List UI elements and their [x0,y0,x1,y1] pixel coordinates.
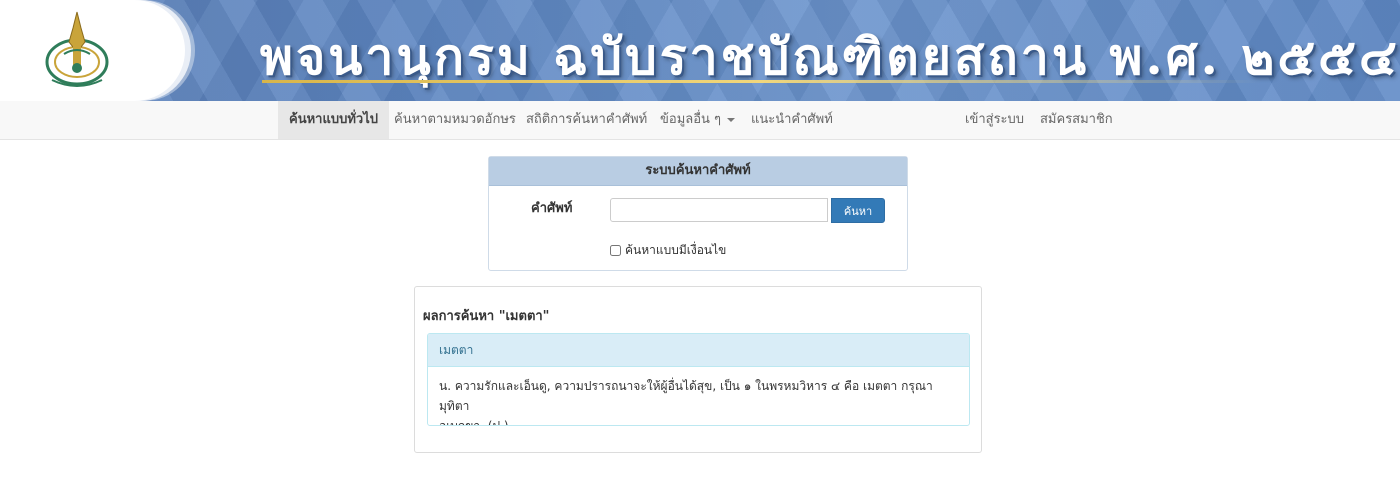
main-navbar: ค้นหาแบบทั่วไป ค้นหาตามหมวดอักษร สถิติกา… [0,101,1400,140]
banner-title-underline [262,80,1262,83]
banner-title: พจนานุกรม ฉบับราชบัณฑิตยสถาน พ.ศ. ๒๕๕๔ [260,27,1400,86]
nav-register[interactable]: สมัครสมาชิก [1040,101,1113,139]
results-title: ผลการค้นหา "เมตตา" [423,309,550,324]
search-panel-title: ระบบค้นหาคำศัพท์ [489,157,907,186]
advanced-search-option[interactable]: ค้นหาแบบมีเงื่อนไข [610,241,726,260]
site-banner: พจนานุกรม ฉบับราชบัณฑิตยสถาน พ.ศ. ๒๕๕๔ [0,0,1400,101]
nav-suggest-word[interactable]: แนะนำคำศัพท์ [751,101,833,139]
result-entry: เมตตา น. ความรักและเอ็นดู, ความปรารถนาจะ… [427,333,970,426]
term-input[interactable] [610,198,828,222]
results-panel: ผลการค้นหา "เมตตา" เมตตา น. ความรักและเอ… [414,286,982,453]
nav-alphabet-search[interactable]: ค้นหาตามหมวดอักษร [394,101,516,139]
nav-login[interactable]: เข้าสู่ระบบ [965,101,1024,139]
nav-other-info-dropdown[interactable]: ข้อมูลอื่น ๆ [660,101,736,139]
entry-definition-line: น. ความรักและเอ็นดู, ความปรารถนาจะให้ผู้… [439,379,933,413]
nav-general-search[interactable]: ค้นหาแบบทั่วไป [278,101,389,139]
search-panel: ระบบค้นหาคำศัพท์ คำศัพท์ ค้นหา ค้นหาแบบม… [488,156,908,271]
advanced-search-checkbox[interactable] [610,245,621,256]
nav-other-info-label: ข้อมูลอื่น ๆ [660,112,722,127]
logo-area [0,0,185,101]
entry-definition: น. ความรักและเอ็นดู, ความปรารถนาจะให้ผู้… [428,367,969,426]
advanced-search-label: ค้นหาแบบมีเงื่อนไข [625,243,727,257]
entry-word: เมตตา [428,334,969,367]
royal-institute-logo-icon[interactable] [40,6,114,94]
nav-search-statistics[interactable]: สถิติการค้นหาคำศัพท์ [526,101,647,139]
caret-down-icon [727,117,736,122]
entry-definition-line: อุเบกขา. (ป.). [439,419,513,426]
term-label: คำศัพท์ [531,201,573,216]
search-button[interactable]: ค้นหา [831,198,885,223]
